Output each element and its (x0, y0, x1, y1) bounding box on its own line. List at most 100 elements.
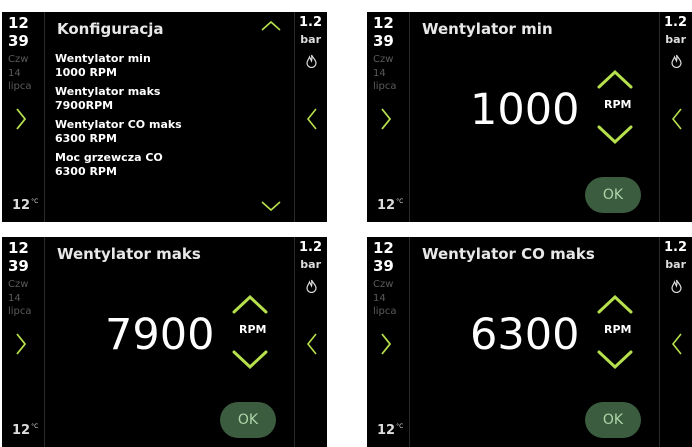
page-title: Konfiguracja (57, 20, 164, 38)
temperature-unit: °C (31, 198, 39, 205)
list-item-value: 6300 RPM (55, 132, 117, 145)
list-item-value: 7900RPM (55, 99, 114, 112)
right-status-column: 1.2 bar (294, 237, 327, 447)
chevron-up-icon[interactable] (231, 293, 269, 315)
list-item[interactable]: Moc grzewcza CO 6300 RPM (55, 151, 284, 179)
outdoor-temperature: 12°C (377, 423, 403, 438)
edit-screen-fan-co-max: 12 39 Czw 14 lipca 12°C Wentylator CO ma… (367, 237, 692, 447)
clock-hour: 12 (8, 239, 29, 257)
list-item-value: 6300 RPM (55, 165, 117, 178)
page-title: Wentylator maks (57, 245, 201, 263)
temperature-value: 12 (377, 423, 396, 438)
list-item-label: Wentylator min (55, 52, 151, 65)
clock-hour: 12 (373, 14, 394, 32)
pressure-unit: bar (300, 258, 321, 271)
list-item-label: Wentylator CO maks (55, 118, 182, 131)
temperature-unit: °C (396, 198, 404, 205)
list-item[interactable]: Wentylator min 1000 RPM (55, 52, 284, 80)
config-main: Konfiguracja Wentylator min 1000 RPM Wen… (45, 12, 294, 222)
pressure-value: 1.2 (298, 15, 322, 30)
list-item[interactable]: Wentylator maks 7900RPM (55, 85, 284, 113)
value-unit: RPM (604, 323, 632, 336)
chevron-down-icon[interactable] (231, 349, 269, 371)
list-item[interactable]: Wentylator CO maks 6300 RPM (55, 118, 284, 146)
outdoor-temperature: 12°C (12, 198, 38, 213)
date-month: lipca (8, 306, 32, 317)
weekday: Czw (373, 54, 394, 65)
ok-button[interactable]: OK (585, 177, 641, 213)
config-list: Wentylator min 1000 RPM Wentylator maks … (55, 52, 284, 184)
date-month: lipca (373, 306, 397, 317)
temperature-value: 12 (377, 198, 396, 213)
chevron-up-icon[interactable] (596, 68, 634, 90)
chevron-down-icon[interactable] (596, 124, 634, 146)
clock-minute: 39 (373, 32, 394, 50)
weekday: Czw (373, 279, 394, 290)
page-title: Wentylator min (422, 20, 553, 38)
edit-screen-fan-max: 12 39 Czw 14 lipca 12°C Wentylator maks … (2, 237, 327, 447)
chevron-down-icon[interactable] (596, 349, 634, 371)
scroll-up-icon[interactable] (260, 20, 282, 32)
chevron-right-icon[interactable] (13, 331, 29, 357)
chevron-left-icon[interactable] (671, 332, 683, 356)
value-display: 7900 (105, 310, 215, 360)
left-status-column: 12 39 Czw 14 lipca 12°C (2, 237, 45, 447)
clock-minute: 39 (373, 257, 394, 275)
clock-minute: 39 (8, 32, 29, 50)
pressure-unit: bar (665, 258, 686, 271)
chevron-right-icon[interactable] (378, 106, 394, 132)
edit-screen-fan-min: 12 39 Czw 14 lipca 12°C Wentylator min 1… (367, 12, 692, 222)
chevron-left-icon[interactable] (306, 332, 318, 356)
date-day: 14 (373, 293, 386, 304)
value-display: 1000 (470, 85, 580, 135)
left-status-column: 12 39 Czw 14 lipca 12°C (367, 237, 410, 447)
pressure-unit: bar (300, 33, 321, 46)
ok-button[interactable]: OK (220, 402, 276, 438)
temperature-unit: °C (31, 423, 39, 430)
value-unit: RPM (604, 98, 632, 111)
flame-icon (671, 279, 682, 293)
outdoor-temperature: 12°C (377, 198, 403, 213)
flame-icon (306, 54, 317, 68)
chevron-left-icon[interactable] (306, 107, 318, 131)
left-status-column: 12 39 Czw 14 lipca 12°C (2, 12, 45, 222)
outdoor-temperature: 12°C (12, 423, 38, 438)
temperature-value: 12 (12, 423, 31, 438)
edit-main: Wentylator min 1000 RPM OK (410, 12, 659, 222)
temperature-unit: °C (396, 423, 404, 430)
right-status-column: 1.2 bar (294, 12, 327, 222)
date-day: 14 (8, 68, 21, 79)
flame-icon (306, 279, 317, 293)
weekday: Czw (8, 54, 29, 65)
pressure-value: 1.2 (663, 240, 687, 255)
right-status-column: 1.2 bar (659, 237, 692, 447)
date-day: 14 (373, 68, 386, 79)
chevron-right-icon[interactable] (13, 106, 29, 132)
date-day: 14 (8, 293, 21, 304)
pressure-unit: bar (665, 33, 686, 46)
left-status-column: 12 39 Czw 14 lipca 12°C (367, 12, 410, 222)
edit-main: Wentylator CO maks 6300 RPM OK (410, 237, 659, 447)
list-item-label: Wentylator maks (55, 85, 161, 98)
chevron-right-icon[interactable] (378, 331, 394, 357)
value-display: 6300 (470, 310, 580, 360)
value-unit: RPM (239, 323, 267, 336)
scroll-down-icon[interactable] (260, 200, 282, 212)
clock-hour: 12 (373, 239, 394, 257)
page-title: Wentylator CO maks (422, 245, 595, 263)
chevron-left-icon[interactable] (671, 107, 683, 131)
right-status-column: 1.2 bar (659, 12, 692, 222)
date-month: lipca (8, 81, 32, 92)
edit-main: Wentylator maks 7900 RPM OK (45, 237, 294, 447)
clock-minute: 39 (8, 257, 29, 275)
chevron-up-icon[interactable] (596, 293, 634, 315)
config-screen: 12 39 Czw 14 lipca 12°C Konfiguracja Wen… (2, 12, 327, 222)
pressure-value: 1.2 (663, 15, 687, 30)
flame-icon (671, 54, 682, 68)
date-month: lipca (373, 81, 397, 92)
clock-hour: 12 (8, 14, 29, 32)
pressure-value: 1.2 (298, 240, 322, 255)
temperature-value: 12 (12, 198, 31, 213)
weekday: Czw (8, 279, 29, 290)
ok-button[interactable]: OK (585, 402, 641, 438)
